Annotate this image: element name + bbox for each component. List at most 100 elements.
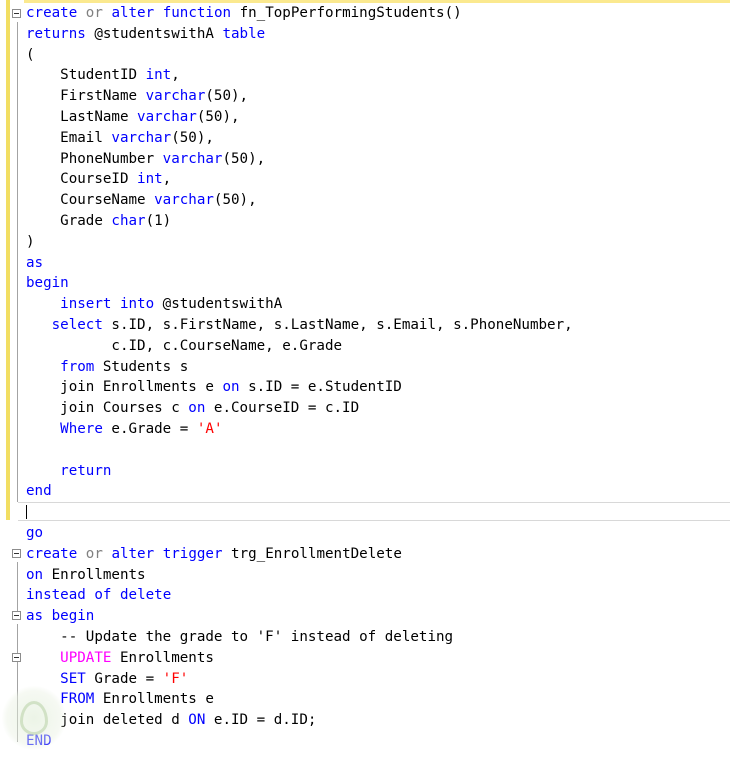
code-line[interactable]: as [26, 253, 43, 273]
code-line[interactable]: Where e.Grade = 'A' [26, 419, 222, 439]
keyword-token: end [26, 483, 52, 500]
watermark-logo [2, 686, 66, 750]
code-line[interactable]: returns @studentswithA table [26, 24, 265, 44]
keyword-token: on [222, 379, 240, 396]
keyword-token: varchar [111, 129, 172, 146]
keyword-token: table [222, 25, 266, 42]
keyword-token: varchar [154, 192, 214, 209]
keyword-token: into [119, 296, 155, 313]
sql-code-editor[interactable]: create or alter function fn_TopPerformin… [0, 0, 730, 757]
code-line[interactable]: LastName varchar(50), [26, 107, 239, 127]
code-token: Grade = [85, 670, 163, 687]
change-margin-marker-current [6, 482, 10, 520]
code-token: FirstName [26, 88, 146, 105]
keyword-token: Where [60, 421, 103, 437]
code-token: (1) [145, 213, 172, 229]
keyword-token: SET [60, 670, 86, 687]
operator-token: or [85, 545, 103, 562]
code-line[interactable]: FirstName varchar(50), [26, 86, 248, 106]
code-line[interactable]: StudentID int, [26, 65, 180, 85]
string-token: 'A' [196, 421, 223, 437]
code-line[interactable]: join Courses c on e.CourseID = c.ID [26, 398, 359, 418]
string-token: 'F' [162, 670, 189, 687]
code-token: Grade [26, 213, 112, 229]
change-margin-marker [6, 0, 10, 500]
code-line[interactable]: on Enrollments [26, 565, 146, 585]
code-line[interactable]: -- Update the grade to 'F' instead of de… [26, 627, 453, 647]
code-token: -- Update the grade to 'F' instead of de… [26, 629, 454, 645]
code-token: fn_TopPerformingStudents() [231, 5, 462, 21]
code-token: e.CourseID = c.ID [205, 400, 360, 417]
keyword-token: begin [26, 275, 69, 292]
keyword-token: select [51, 317, 103, 333]
code-line[interactable]: create or alter trigger trg_EnrollmentDe… [26, 544, 402, 564]
code-token: CourseName [26, 192, 155, 209]
function-token: UPDATE [60, 649, 112, 666]
code-token: e.ID = d.ID; [205, 712, 317, 729]
code-token: Enrollments [111, 649, 214, 666]
keyword-token: go [26, 525, 44, 541]
code-line[interactable]: CourseID int, [26, 169, 171, 189]
keyword-token: return [60, 462, 112, 479]
outline-guide-function [17, 22, 18, 502]
keyword-token: on [188, 400, 206, 417]
code-token: join Enrollments e [26, 379, 223, 396]
keyword-token: on [26, 566, 44, 583]
keyword-token: alter [111, 5, 155, 21]
outline-guide-trigger [17, 562, 18, 612]
keyword-token: trigger [162, 545, 223, 562]
code-line[interactable]: Email varchar(50), [26, 128, 214, 148]
collapse-function-icon[interactable] [12, 9, 21, 18]
code-line[interactable]: create or alter function fn_TopPerformin… [26, 3, 462, 23]
code-line[interactable]: go [26, 523, 43, 543]
code-line[interactable]: insert into @studentswithA [26, 294, 282, 314]
code-line[interactable]: join Enrollments e on s.ID = e.StudentID [26, 377, 402, 397]
keyword-token: create [26, 5, 78, 21]
code-line[interactable]: as begin [26, 606, 94, 626]
code-line[interactable]: CourseName varchar(50), [26, 190, 256, 210]
current-line-highlight [18, 502, 730, 521]
keyword-token: varchar [137, 109, 197, 125]
code-token: s.ID = e.StudentID [239, 379, 402, 396]
code-line[interactable]: from Students s [26, 357, 188, 377]
keyword-token: char [111, 213, 146, 229]
collapse-update-icon[interactable] [12, 653, 21, 662]
keyword-token: as [26, 254, 44, 271]
code-line[interactable]: UPDATE Enrollments [26, 648, 214, 668]
code-line[interactable]: begin [26, 273, 69, 293]
keyword-token: create [26, 545, 78, 562]
code-line[interactable]: ( [26, 45, 35, 65]
code-line[interactable]: c.ID, c.CourseName, e.Grade [26, 336, 342, 356]
keyword-token: as [26, 608, 44, 625]
collapse-begin-block-icon[interactable] [12, 611, 21, 620]
code-token: @studentswithA [85, 25, 223, 42]
code-line[interactable]: Grade char(1) [26, 211, 171, 231]
keyword-token: int [145, 67, 172, 84]
code-line[interactable]: SET Grade = 'F' [26, 669, 188, 689]
code-line[interactable]: end [26, 481, 52, 501]
code-line[interactable]: instead of delete [26, 585, 171, 605]
code-token: join Courses c [26, 400, 189, 417]
keyword-token: varchar [145, 88, 206, 105]
keyword-token: from [60, 358, 95, 375]
keyword-token: int [137, 171, 163, 188]
keyword-token: of [94, 587, 112, 604]
text-caret [26, 505, 27, 519]
code-line[interactable]: ) [26, 232, 35, 252]
code-token: (50), [222, 150, 266, 167]
code-line[interactable]: select s.ID, s.FirstName, s.LastName, s.… [26, 315, 573, 335]
code-token: e.Grade = [102, 421, 197, 437]
code-line[interactable]: PhoneNumber varchar(50), [26, 149, 265, 169]
code-line[interactable]: join deleted d ON e.ID = d.ID; [26, 710, 316, 730]
code-token: PhoneNumber [26, 150, 163, 167]
code-token: , [162, 171, 172, 188]
code-line[interactable]: return [26, 461, 111, 481]
collapse-trigger-icon[interactable] [12, 549, 21, 558]
